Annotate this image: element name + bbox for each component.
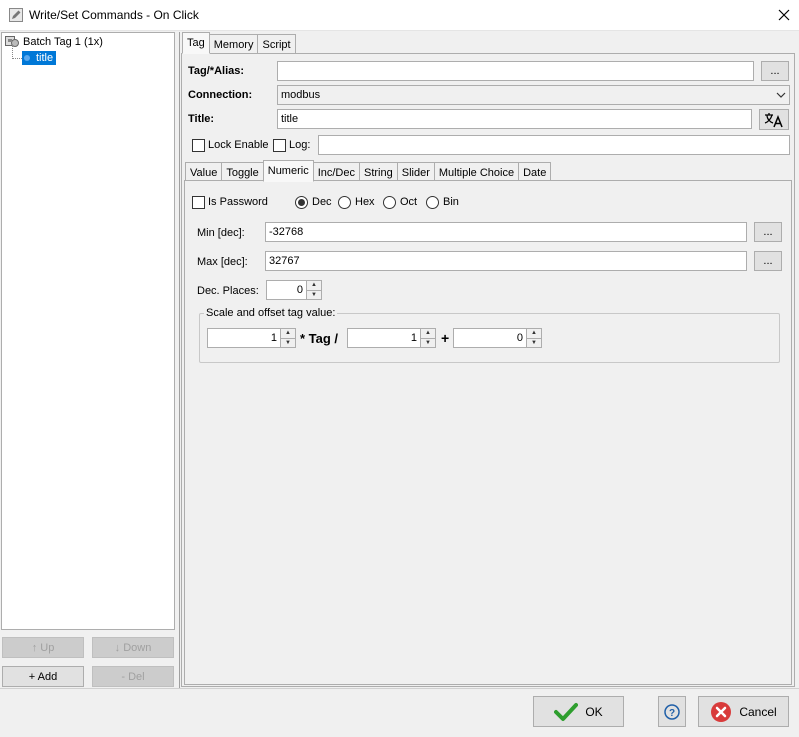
window-title: Write/Set Commands - On Click [29, 8, 199, 22]
radix-hex-label: Hex [355, 196, 375, 208]
spin-up-icon[interactable]: ▲ [421, 329, 435, 339]
radix-bin-label: Bin [443, 196, 459, 208]
close-button[interactable] [770, 2, 798, 28]
help-icon: ? [664, 703, 680, 720]
radix-hex-radio[interactable] [338, 196, 351, 209]
tree-connector [12, 45, 22, 59]
add-button[interactable]: + Add [2, 666, 84, 687]
tree-child-selected: title [22, 51, 57, 65]
is-password-checkbox[interactable] [192, 196, 205, 209]
min-label: Min [dec]: [197, 227, 245, 239]
max-input[interactable]: 32767 [265, 251, 747, 271]
dec-places-value: 0 [296, 284, 303, 296]
tag-alias-input[interactable] [277, 61, 754, 81]
pencil-icon [9, 8, 23, 22]
divisor-spinner[interactable]: 1 ▲ ▼ [347, 328, 436, 348]
log-input[interactable] [318, 135, 790, 155]
splitter[interactable] [179, 32, 180, 688]
tree-child-label: title [36, 52, 54, 64]
tab-string[interactable]: String [359, 162, 398, 182]
title-input[interactable]: title [277, 109, 752, 129]
log-checkbox[interactable] [273, 139, 286, 152]
spin-down-icon[interactable]: ▼ [281, 338, 295, 347]
cancel-label: Cancel [739, 704, 777, 719]
cancel-button[interactable]: Cancel [698, 696, 789, 727]
scale-spinner[interactable]: 1 ▲ ▼ [207, 328, 296, 348]
spin-down-icon[interactable]: ▼ [527, 338, 541, 347]
lock-enable-checkbox[interactable] [192, 139, 205, 152]
ok-label: OK [585, 704, 603, 719]
dec-places-spinner[interactable]: 0 ▲ ▼ [266, 280, 322, 300]
spin-up-icon[interactable]: ▲ [281, 329, 295, 339]
offset-value: 0 [516, 332, 523, 344]
title-bar: Write/Set Commands - On Click [0, 0, 799, 31]
translate-icon [764, 112, 783, 127]
command-tree[interactable]: Batch Tag 1 (1x) title [1, 32, 175, 630]
tab-inc-dec[interactable]: Inc/Dec [312, 162, 360, 182]
min-input[interactable]: -32768 [265, 222, 747, 242]
down-button[interactable]: ↓ Down [92, 637, 174, 658]
radix-oct-label: Oct [400, 196, 418, 208]
connection-label: Connection: [188, 89, 253, 101]
tag-alias-label: Tag/*Alias: [188, 65, 245, 77]
up-button[interactable]: ↑ Up [2, 637, 84, 658]
scale-value: 1 [270, 332, 277, 344]
radix-dec-radio[interactable] [295, 196, 308, 209]
radix-oct-radio[interactable] [383, 196, 396, 209]
spin-up-icon[interactable]: ▲ [527, 329, 541, 339]
chevron-down-icon [776, 92, 786, 98]
tab-tag[interactable]: Tag [182, 32, 210, 54]
tab-date[interactable]: Date [518, 162, 552, 182]
is-password-label: Is Password [208, 196, 268, 208]
translate-button[interactable] [759, 109, 789, 130]
tab-slider[interactable]: Slider [396, 162, 435, 182]
tab-numeric[interactable]: Numeric [262, 160, 314, 182]
checkmark-icon [554, 702, 579, 721]
plus-label: + [441, 330, 450, 346]
max-label: Max [dec]: [197, 256, 248, 268]
help-button[interactable]: ? [658, 696, 686, 727]
spin-down-icon[interactable]: ▼ [421, 338, 435, 347]
tree-root-label: Batch Tag 1 (1x) [23, 35, 103, 48]
spin-up-icon[interactable]: ▲ [307, 281, 321, 291]
delete-button[interactable]: - Del [92, 666, 174, 687]
connection-value: modbus [281, 89, 321, 101]
bottom-divider [0, 688, 799, 689]
tab-memory[interactable]: Memory [208, 34, 259, 54]
tab-toggle[interactable]: Toggle [221, 162, 264, 182]
connection-select[interactable]: modbus [277, 85, 790, 105]
log-label: Log: [289, 139, 311, 151]
tab-multiple-choice[interactable]: Multiple Choice [433, 162, 520, 182]
tag-dot-icon [24, 55, 30, 61]
scale-offset-group-label: Scale and offset tag value: [204, 307, 338, 319]
times-tag-label: * Tag / [300, 331, 339, 346]
close-icon [778, 9, 790, 21]
tab-value[interactable]: Value [185, 162, 223, 182]
tag-browse-button[interactable]: ... [761, 61, 789, 81]
help-glyph: ? [669, 708, 675, 719]
dec-places-label: Dec. Places: [197, 285, 259, 297]
cancel-icon [711, 701, 732, 722]
title-label: Title: [188, 113, 215, 125]
tree-child-node[interactable]: title [22, 51, 57, 65]
max-browse-button[interactable]: ... [754, 251, 782, 271]
radix-bin-radio[interactable] [426, 196, 439, 209]
lock-enable-label: Lock Enable [208, 139, 269, 151]
tab-script[interactable]: Script [257, 34, 296, 54]
min-browse-button[interactable]: ... [754, 222, 782, 242]
ok-button[interactable]: OK [533, 696, 624, 727]
radix-dec-label: Dec [312, 196, 332, 208]
offset-spinner[interactable]: 0 ▲ ▼ [453, 328, 542, 348]
divisor-value: 1 [410, 332, 417, 344]
spin-down-icon[interactable]: ▼ [307, 290, 321, 299]
